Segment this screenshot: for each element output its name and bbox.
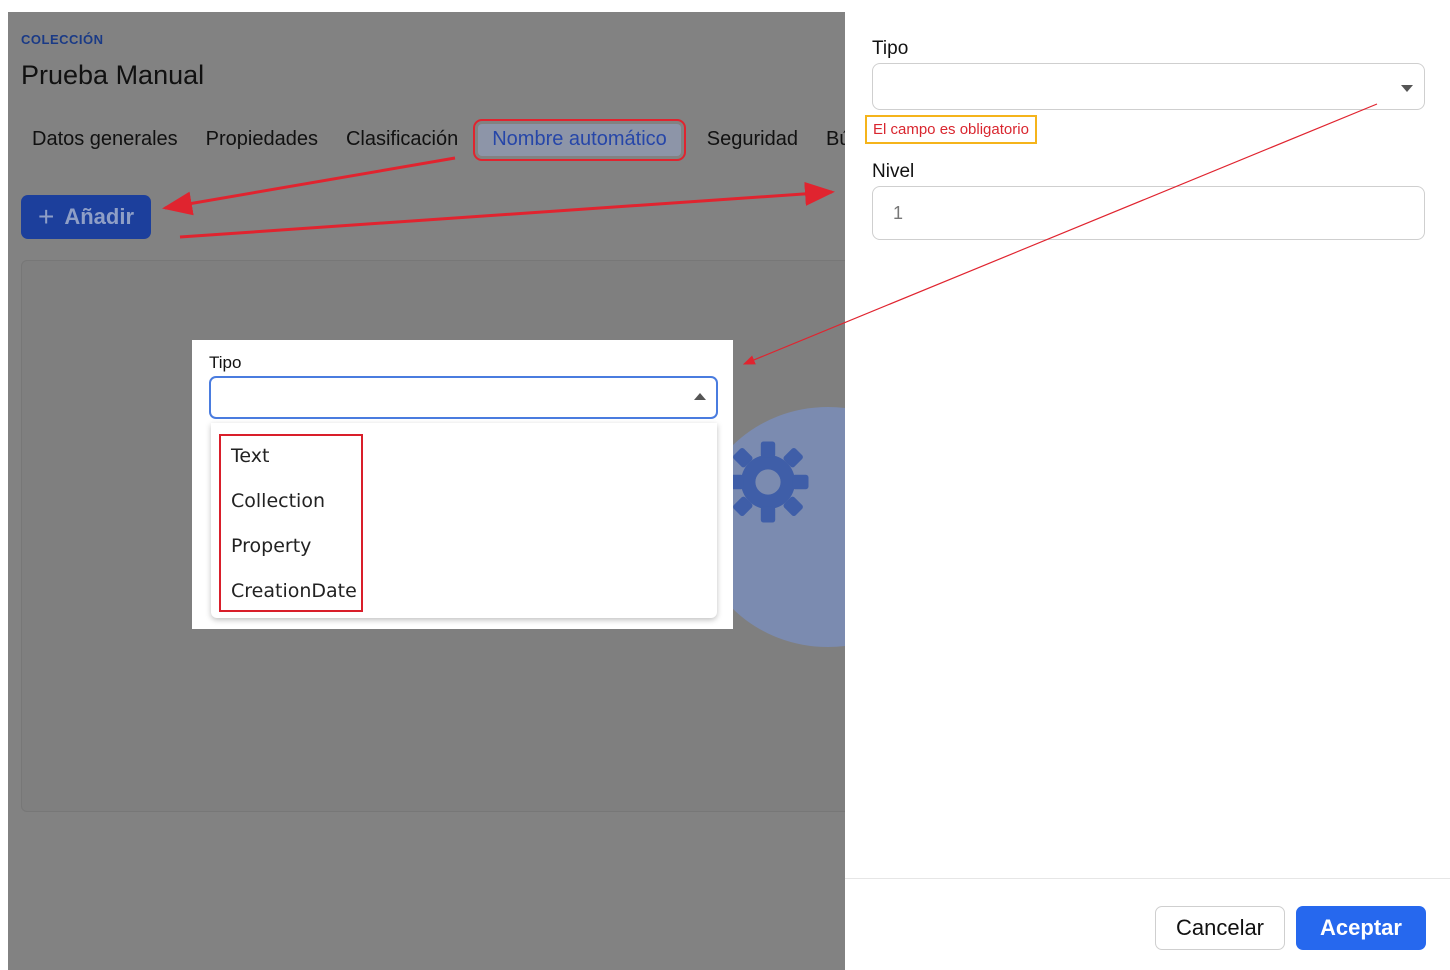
tab-nombre-automatico[interactable]: Nombre automático — [473, 119, 686, 161]
tipo-select-open[interactable] — [209, 376, 718, 419]
tab-propiedades[interactable]: Propiedades — [192, 124, 332, 156]
option-property[interactable]: Property — [231, 524, 311, 569]
chevron-down-icon — [1401, 85, 1413, 92]
tipo-select[interactable] — [872, 63, 1425, 110]
tab-clasificacion[interactable]: Clasificación — [332, 124, 472, 156]
option-collection[interactable]: Collection — [231, 479, 325, 524]
add-button-label: Añadir — [64, 204, 135, 229]
tab-datos-generales[interactable]: Datos generales — [32, 124, 192, 156]
nivel-input[interactable]: 1 — [872, 186, 1425, 240]
tipo-options-menu: Text Collection Property CreationDate — [211, 423, 717, 618]
option-text[interactable]: Text — [231, 434, 269, 479]
option-creationdate[interactable]: CreationDate — [231, 569, 357, 614]
tipo-label: Tipo — [872, 38, 909, 59]
cancel-button[interactable]: Cancelar — [1155, 906, 1285, 950]
side-drawer: Tipo El campo es obligatorio Nivel 1 Can… — [845, 0, 1450, 970]
tab-busqueda[interactable]: Bús — [812, 124, 845, 156]
footer-divider — [845, 878, 1450, 879]
tipo-label: Tipo — [209, 353, 242, 372]
plus-icon: + — [37, 201, 55, 232]
section-eyebrow: COLECCIÓN — [21, 32, 104, 47]
gear-icon — [727, 441, 809, 523]
tab-seguridad[interactable]: Seguridad — [693, 124, 812, 156]
accept-button[interactable]: Aceptar — [1296, 906, 1426, 950]
page-title: Prueba Manual — [21, 60, 205, 90]
add-button[interactable]: + Añadir — [21, 195, 151, 239]
caret-up-icon — [694, 393, 706, 400]
dropdown-zoom-inset: Tipo Text Collection Property CreationDa… — [192, 340, 733, 629]
tab-bar: Datos generales Propiedades Clasificació… — [32, 119, 845, 161]
tipo-error-message: El campo es obligatorio — [865, 115, 1037, 144]
nivel-label: Nivel — [872, 161, 915, 182]
